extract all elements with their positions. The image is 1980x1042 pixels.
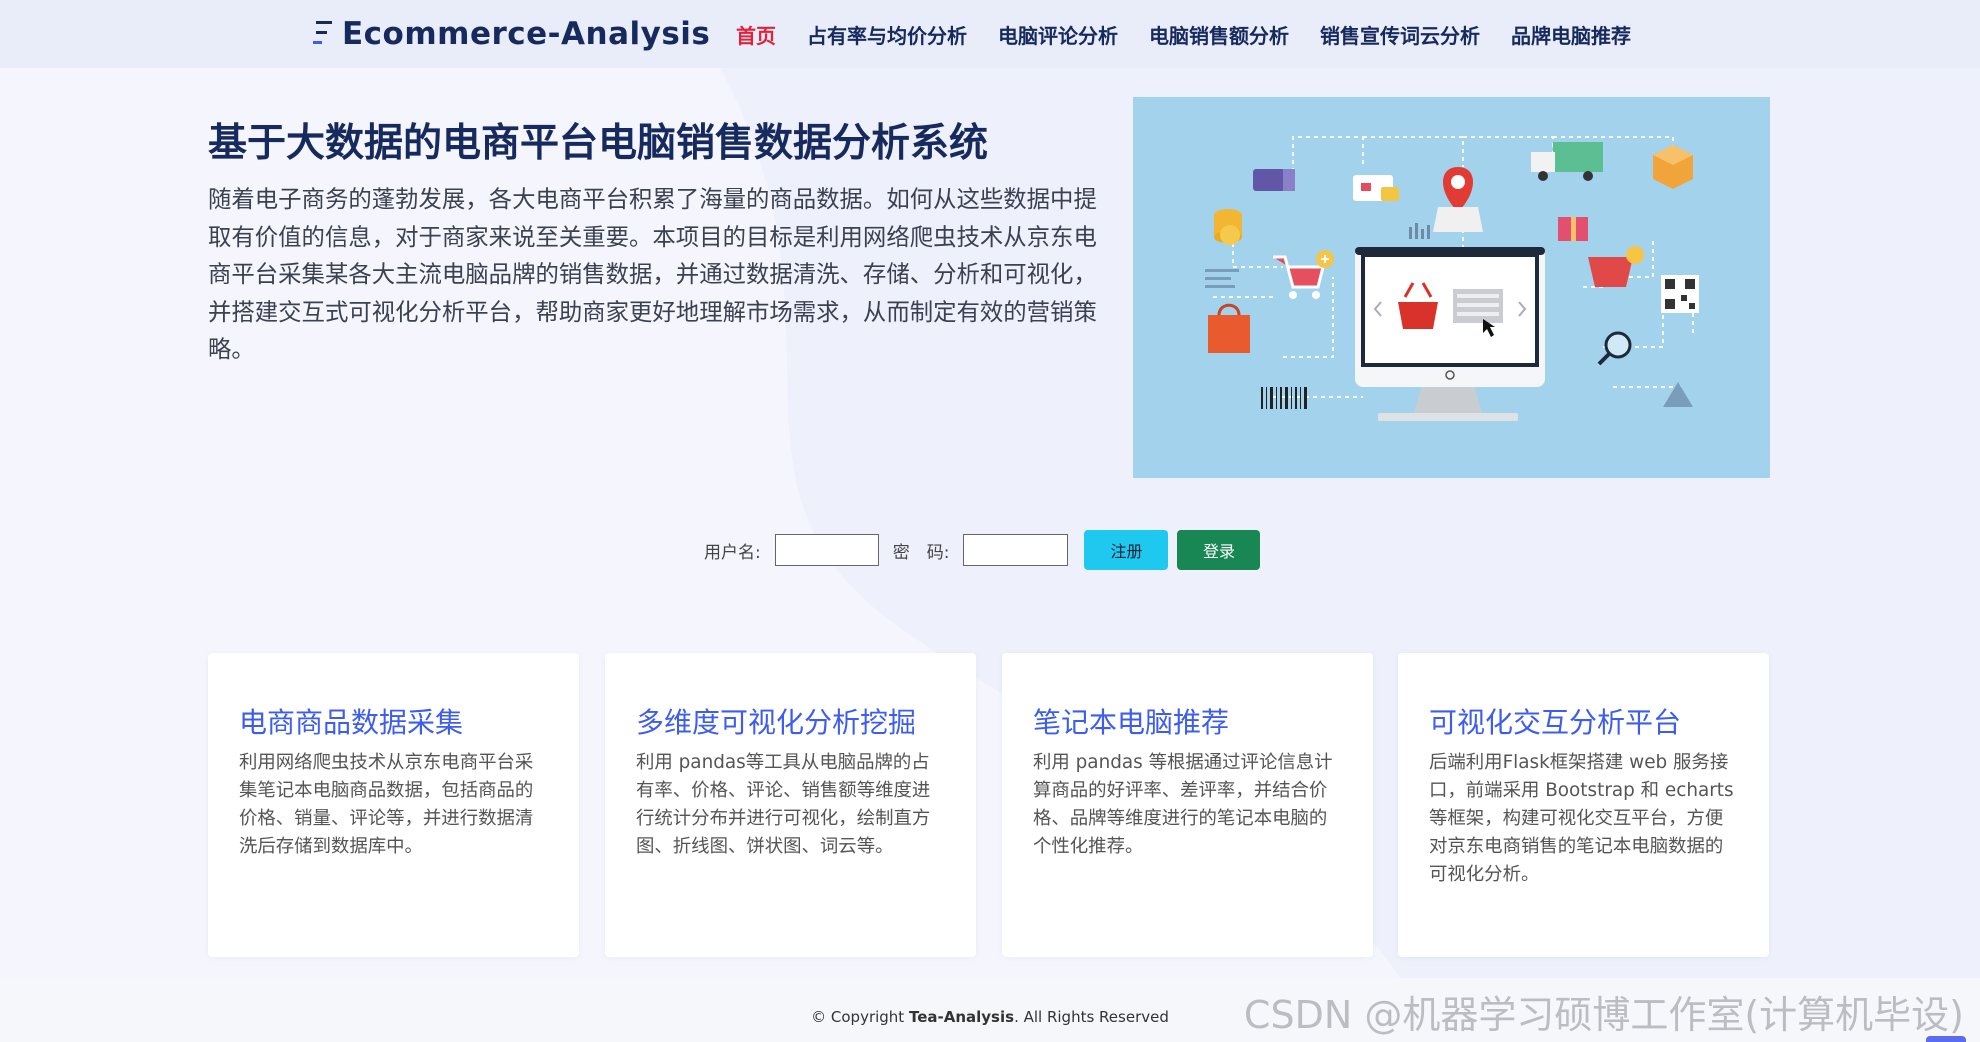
- wallet-icon: [1253, 169, 1295, 191]
- login-button[interactable]: 登录: [1177, 530, 1261, 570]
- nav-item-review-analysis[interactable]: 电脑评论分析: [998, 20, 1118, 49]
- gift-icon: [1558, 217, 1588, 241]
- nav-item-sales-analysis[interactable]: 电脑销售额分析: [1149, 20, 1289, 49]
- card-title: 多维度可视化分析挖掘: [636, 706, 917, 739]
- qr-code-icon: [1661, 275, 1699, 313]
- main-nav: 首页 占有率与均价分析 电脑评论分析 电脑销售额分析 销售宣传词云分析 品牌电脑…: [736, 0, 1662, 68]
- nav-item-brand-recommendation[interactable]: 品牌电脑推荐: [1511, 20, 1631, 49]
- feature-card-visual-analysis: 多维度可视化分析挖掘 利用 pandas等工具从电脑品牌的占有率、价格、评论、销…: [605, 653, 976, 957]
- card-text: 利用 pandas等工具从电脑品牌的占有率、价格、评论、销售额等维度进行统计分布…: [636, 752, 931, 857]
- feature-card-laptop-recommendation: 笔记本电脑推荐 利用 pandas 等根据通过评论信息计算商品的好评率、差评率，…: [1002, 653, 1373, 957]
- username-input[interactable]: [774, 534, 879, 566]
- hero-description: 随着电子商务的蓬勃发展，各大电商平台积累了海量的商品数据。如何从这些数据中提取有…: [208, 185, 1097, 363]
- password-label: 密 码:: [892, 542, 950, 563]
- feature-card-interactive-platform: 可视化交互分析平台 后端利用Flask框架搭建 web 服务接口，前端采用 Bo…: [1398, 653, 1769, 957]
- card-title: 电商商品数据采集: [239, 706, 464, 739]
- card-text: 利用 pandas 等根据通过评论信息计算商品的好评率、差评率，并结合价格、品牌…: [1033, 752, 1333, 857]
- coins-icon: [1214, 209, 1242, 245]
- feature-card-data-collection: 电商商品数据采集 利用网络爬虫技术从京东电商平台采集笔记本电脑商品数据，包括商品…: [208, 653, 579, 957]
- nav-item-home[interactable]: 首页: [736, 20, 776, 49]
- csdn-watermark: CSDN @机器学习硕博工作室(计算机毕设): [1243, 993, 1964, 1037]
- corner-badge: [1926, 1036, 1966, 1042]
- nav-item-wordcloud-analysis[interactable]: 销售宣传词云分析: [1320, 20, 1480, 49]
- card-text: 后端利用Flask框架搭建 web 服务接口，前端采用 Bootstrap 和 …: [1429, 752, 1734, 885]
- footer-suffix: . All Rights Reserved: [1014, 1008, 1169, 1026]
- ecommerce-illustration: [1133, 97, 1770, 478]
- credit-card-icon: [1353, 175, 1399, 201]
- page-title: 基于大数据的电商平台电脑销售数据分析系统: [208, 121, 989, 166]
- login-form: 用户名: 密 码: 注册 登录: [704, 530, 1261, 570]
- password-input[interactable]: [963, 534, 1069, 566]
- menu-lines-icon: [313, 21, 332, 44]
- username-label: 用户名:: [704, 542, 761, 563]
- brand-logo[interactable]: Ecommerce-Analysis: [312, 14, 710, 54]
- footer-prefix: © Copyright: [811, 1008, 909, 1026]
- nav-item-share-price-analysis[interactable]: 占有率与均价分析: [807, 20, 967, 49]
- top-navbar: Ecommerce-Analysis 首页 占有率与均价分析 电脑评论分析 电脑…: [0, 0, 1980, 68]
- card-text: 利用网络爬虫技术从京东电商平台采集笔记本电脑商品数据，包括商品的价格、销量、评论…: [239, 752, 534, 857]
- card-title: 可视化交互分析平台: [1429, 706, 1682, 739]
- ecommerce-illustration-graphic: [1133, 97, 1770, 478]
- register-button[interactable]: 注册: [1084, 530, 1169, 570]
- brand-name: Ecommerce-Analysis: [342, 16, 711, 52]
- card-title: 笔记本电脑推荐: [1033, 706, 1230, 739]
- footer-brand[interactable]: Tea-Analysis: [909, 1008, 1014, 1026]
